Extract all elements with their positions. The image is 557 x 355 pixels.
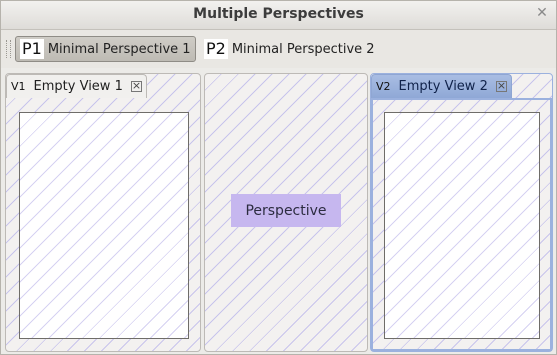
perspective-button-2[interactable]: P2 Minimal Perspective 2 [200,36,379,62]
tab-empty-view-1[interactable]: V1 Empty View 1 × [6,74,147,98]
close-tab-1-icon[interactable]: × [130,80,142,92]
perspective-toolbar: P1 Minimal Perspective 1 P2 Minimal Pers… [1,30,556,68]
tab-empty-view-1-label: Empty View 1 [33,79,123,94]
tab-empty-view-2-label: Empty View 2 [398,79,488,94]
view-2-icon: V2 [376,80,391,93]
toolbar-grip-icon[interactable] [6,40,11,58]
app-window: Multiple Perspectives ✕ P1 Minimal Persp… [0,0,557,355]
view-2-canvas[interactable] [384,112,540,339]
perspective-2-icon: P2 [204,39,228,59]
perspective-1-label: Minimal Perspective 1 [47,41,191,57]
perspective-1-icon: P1 [20,39,44,59]
close-icon[interactable]: ✕ [534,5,550,21]
title-bar[interactable]: Multiple Perspectives ✕ [1,1,556,30]
view-1-canvas[interactable] [19,112,189,339]
view-pane-2: V2 Empty View 2 × [370,73,553,352]
close-tab-2-icon[interactable]: × [495,80,507,92]
perspective-label: Perspective [231,194,341,227]
perspective-2-label: Minimal Perspective 2 [231,41,375,57]
window-title: Multiple Perspectives [193,6,364,22]
view-pane-1: V1 Empty View 1 × [5,73,201,352]
perspective-button-1[interactable]: P1 Minimal Perspective 1 [15,36,196,62]
view-1-icon: V1 [11,80,26,93]
tab-empty-view-2[interactable]: V2 Empty View 2 × [371,74,512,98]
